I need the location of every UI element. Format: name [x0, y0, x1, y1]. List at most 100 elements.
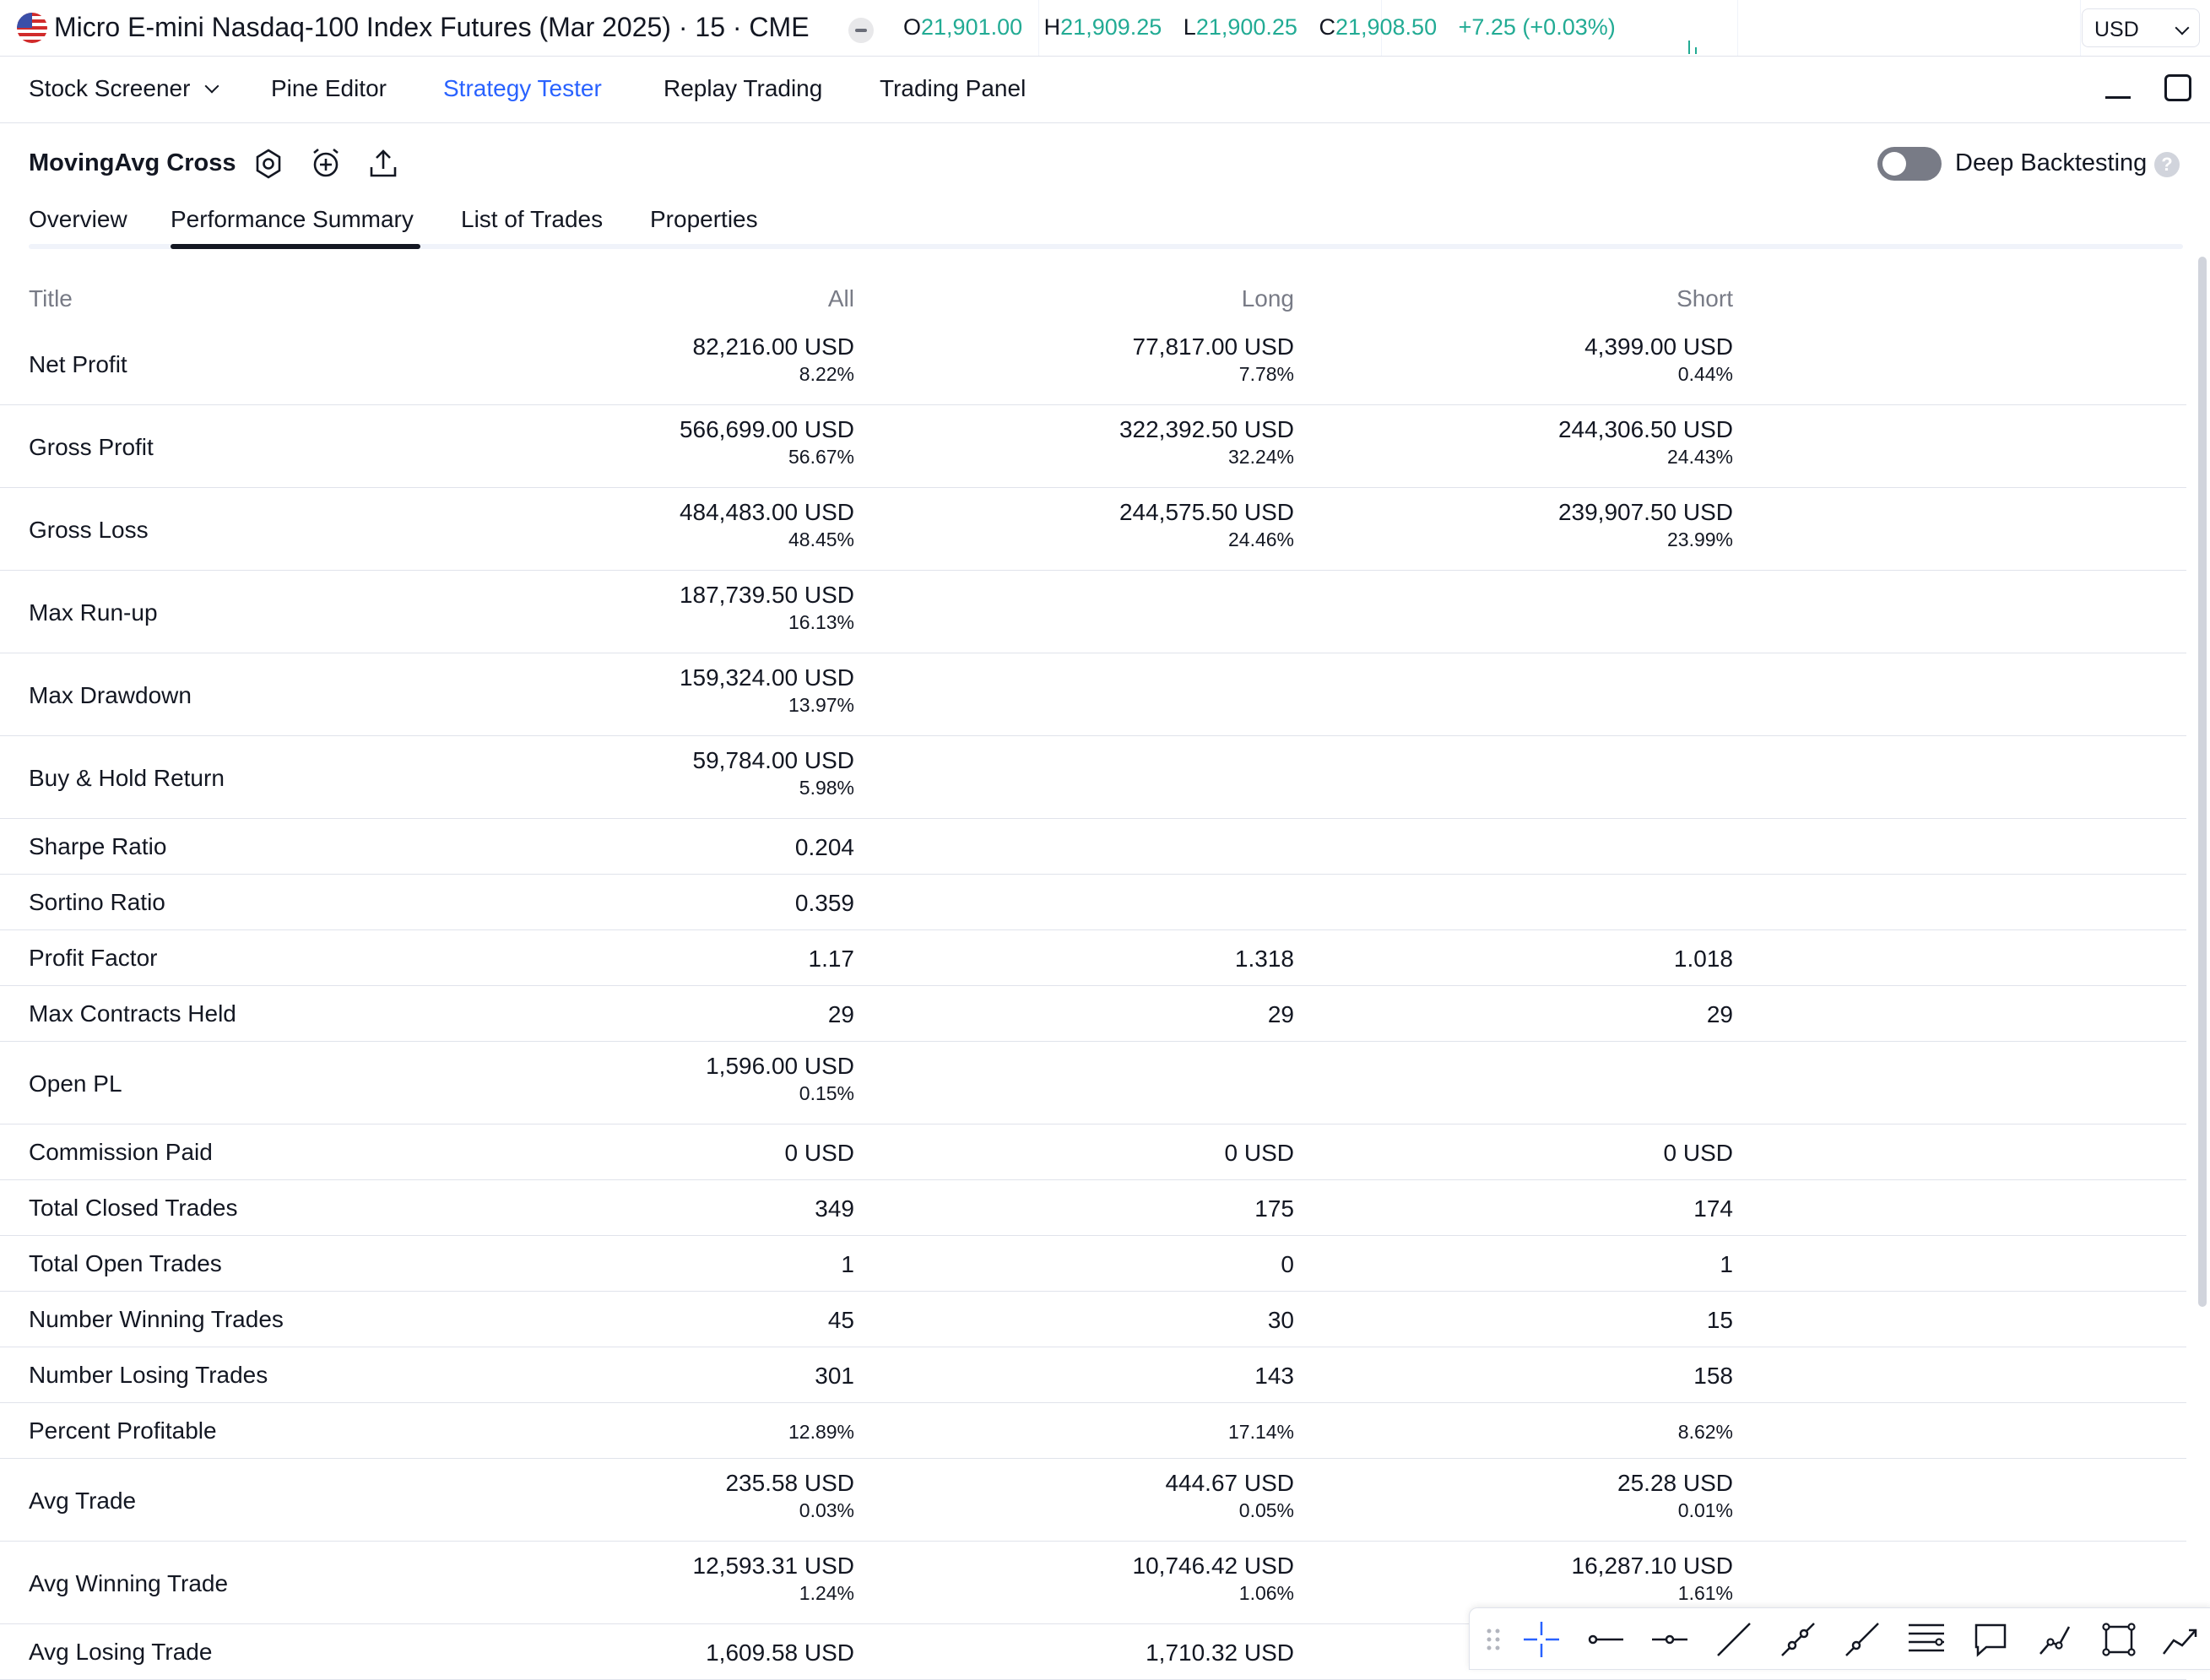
cell-value: 1,710.32 USD [1146, 1639, 1294, 1666]
tab-overview[interactable]: Overview [29, 206, 127, 233]
table-row: Number Losing Trades 301 143 158 [0, 1347, 2186, 1403]
strategy-name[interactable]: MovingAvg Cross [29, 149, 236, 177]
cell-percent: 17.14% [1227, 1421, 1294, 1443]
cell-value: 349 [815, 1195, 854, 1222]
cell-all: 484,483.00 USD 48.45% [680, 498, 854, 552]
cell-value: 29 [1267, 1001, 1294, 1027]
cell-value: 29 [1706, 1001, 1733, 1027]
cell-short: 15 [1707, 1306, 1733, 1335]
tab-pine-editor[interactable]: Pine Editor [271, 75, 387, 102]
row-title: Max Contracts Held [29, 1000, 236, 1027]
settings-icon[interactable] [252, 147, 285, 181]
cell-long: 1.318 [1235, 945, 1294, 973]
cell-value: 15 [1706, 1307, 1733, 1333]
high-value: 21,909.25 [1060, 14, 1162, 40]
cell-percent: 0.03% [799, 1499, 854, 1521]
header-all: All [827, 285, 854, 312]
alarm-add-icon[interactable] [309, 147, 343, 181]
row-title: Number Losing Trades [29, 1362, 268, 1388]
minimize-panel-icon[interactable] [2105, 96, 2131, 99]
tab-performance-summary[interactable]: Performance Summary [171, 206, 414, 233]
header-short: Short [1676, 285, 1733, 312]
chart-candle [1688, 41, 1690, 54]
cell-percent: 5.98% [799, 777, 854, 799]
tab-list-of-trades[interactable]: List of Trades [461, 206, 603, 233]
trend-line-icon[interactable] [1714, 1620, 1753, 1659]
cell-value: 0.359 [794, 890, 854, 916]
collapse-legend-button[interactable] [848, 18, 874, 43]
cell-all: 1 [841, 1250, 854, 1279]
cell-value: 1.17 [808, 946, 855, 972]
us-flag-icon [17, 13, 47, 43]
cell-value: 1,596.00 USD [706, 1053, 854, 1079]
extended-line-icon[interactable] [1779, 1620, 1817, 1659]
table-header: Title All Long Short [0, 279, 2186, 321]
row-title: Avg Trade [29, 1488, 137, 1514]
active-tab-indicator [171, 244, 420, 249]
ohlc-legend: O21,901.00 H21,909.25 L21,900.25 C21,908… [903, 14, 1631, 41]
cell-value: 12,593.31 USD [692, 1553, 854, 1579]
cell-all: 235.58 USD 0.03% [725, 1469, 854, 1523]
cell-long: 29 [1268, 1000, 1294, 1029]
help-icon[interactable]: ? [2154, 152, 2180, 177]
info-line-icon[interactable] [1843, 1620, 1882, 1659]
table-row: Gross Loss 484,483.00 USD 48.45% 244,575.50… [0, 488, 2186, 571]
crosshair-icon[interactable] [1522, 1620, 1561, 1659]
open-value: 21,901.00 [921, 14, 1023, 40]
symbol-title[interactable]: Micro E-mini Nasdaq-100 Index Futures (M… [54, 12, 810, 43]
callout-icon[interactable] [1971, 1620, 2010, 1659]
cell-short: 239,907.50 USD 23.99% [1558, 498, 1733, 552]
maximize-panel-icon[interactable] [2164, 74, 2191, 101]
cell-short: 8.62% [1678, 1417, 1733, 1446]
row-title: Number Winning Trades [29, 1306, 284, 1332]
export-icon[interactable] [366, 147, 400, 181]
cell-value: 0.204 [794, 834, 854, 860]
cell-value: 30 [1267, 1307, 1294, 1333]
deep-backtesting-toggle[interactable] [1877, 147, 1942, 181]
cell-value: 322,392.50 USD [1119, 416, 1294, 442]
cell-value: 187,739.50 USD [679, 582, 854, 608]
cell-percent: 0.05% [1238, 1499, 1294, 1521]
currency-select[interactable]: USD [2082, 8, 2200, 47]
polyline-icon[interactable] [2162, 1620, 2201, 1659]
cell-long: 143 [1254, 1362, 1294, 1390]
path-icon[interactable] [2035, 1620, 2074, 1659]
row-title: Total Closed Trades [29, 1195, 238, 1221]
cell-value: 1.318 [1234, 946, 1294, 972]
cell-percent: 0.15% [799, 1082, 854, 1104]
table-row: Profit Factor 1.17 1.318 1.018 [0, 930, 2186, 986]
cell-all: 0.359 [795, 889, 854, 918]
tab-properties[interactable]: Properties [650, 206, 758, 233]
table-row: Net Profit 82,216.00 USD 8.22% 77,817.00 US… [0, 322, 2186, 405]
cell-value: 444.67 USD [1165, 1470, 1294, 1496]
cell-all: 1,609.58 USD [706, 1639, 854, 1667]
ray-icon[interactable] [1586, 1620, 1625, 1659]
rectangle-icon[interactable] [2099, 1620, 2138, 1659]
tab-strategy-tester[interactable]: Strategy Tester [443, 75, 602, 102]
close-value: 21,908.50 [1335, 14, 1438, 40]
row-title: Buy & Hold Return [29, 765, 225, 791]
drag-handle-icon[interactable] [1485, 1627, 1502, 1652]
low-key: L [1183, 14, 1196, 40]
tab-replay-trading[interactable]: Replay Trading [664, 75, 822, 102]
horizontal-ray-icon[interactable] [1650, 1620, 1689, 1659]
tab-trading-panel[interactable]: Trading Panel [880, 75, 1026, 102]
cell-percent: 1.24% [799, 1582, 854, 1604]
row-title: Commission Paid [29, 1139, 213, 1165]
table-row: Open PL 1,596.00 USD 0.15% [0, 1042, 2186, 1125]
cell-value: 59,784.00 USD [692, 747, 854, 773]
tab-stock-screener[interactable]: Stock Screener [29, 75, 219, 102]
cell-short: 25.28 USD 0.01% [1617, 1469, 1733, 1523]
cell-percent: 0.01% [1677, 1499, 1733, 1521]
cell-value: 239,907.50 USD [1557, 499, 1733, 525]
cell-value: 244,575.50 USD [1119, 499, 1294, 525]
chart-gridline [1737, 0, 1738, 56]
cell-short: 244,306.50 USD 24.43% [1558, 415, 1733, 469]
close-key: C [1319, 14, 1335, 40]
horizontal-lines-icon[interactable] [1907, 1620, 1946, 1659]
cell-value: 301 [815, 1363, 854, 1389]
table-row: Sortino Ratio 0.359 [0, 875, 2186, 930]
cell-value: 77,817.00 USD [1132, 333, 1294, 360]
row-title: Open PL [29, 1070, 122, 1097]
scrollbar[interactable] [2198, 257, 2207, 1307]
